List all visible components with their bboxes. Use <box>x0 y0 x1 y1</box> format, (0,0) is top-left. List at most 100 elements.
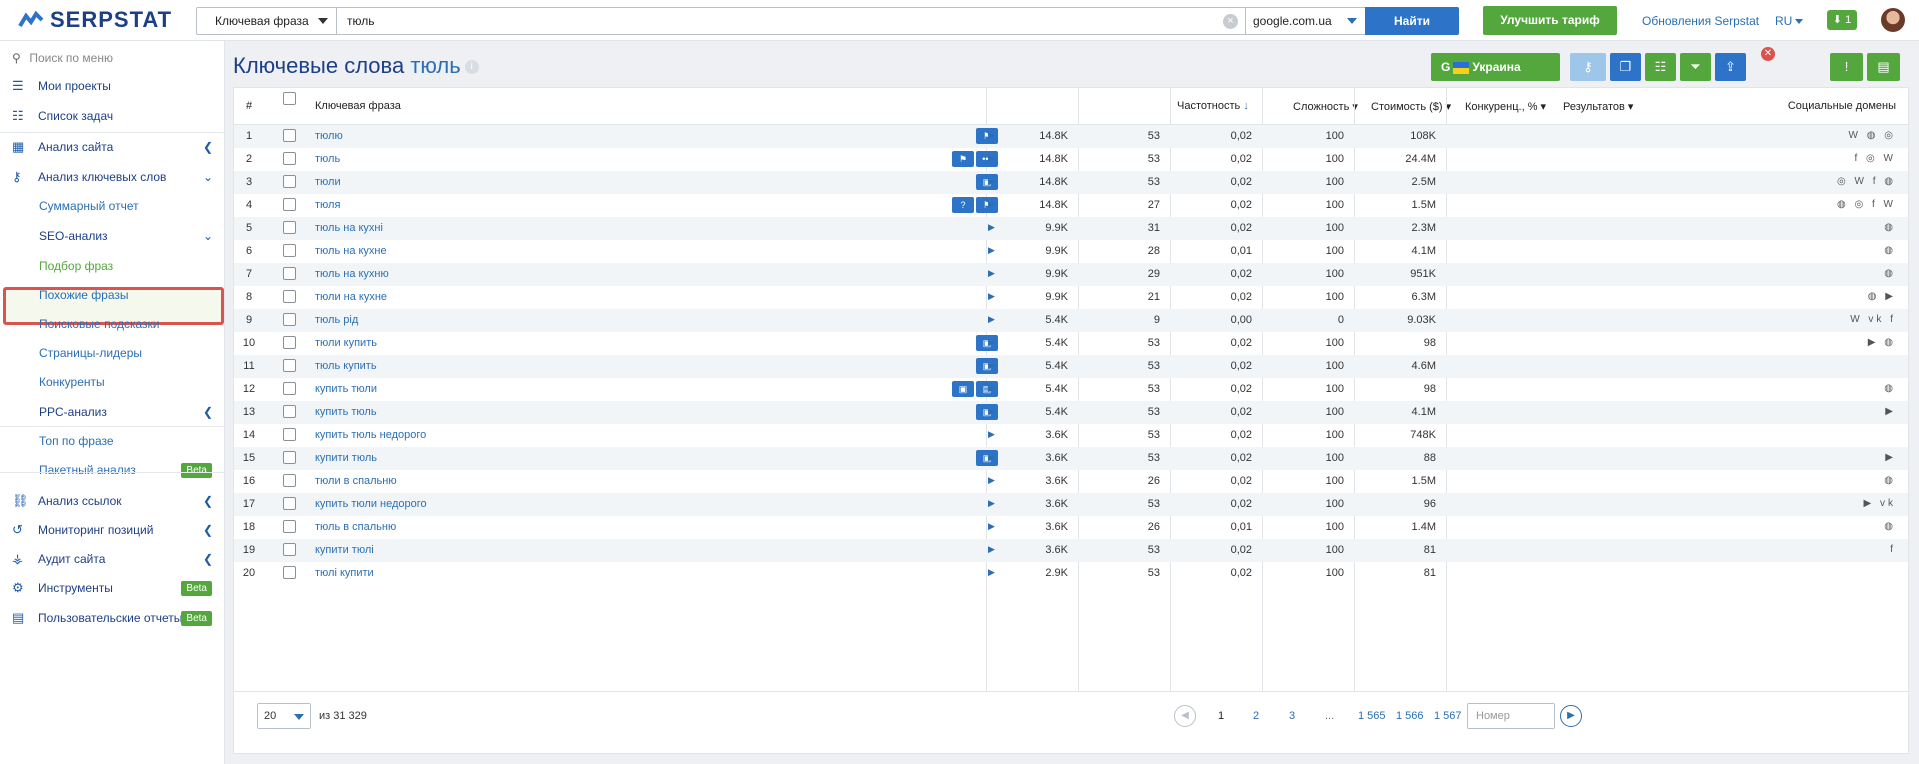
sidebar-item-custom-reports[interactable]: ▤ Пользовательские отчеты Beta <box>0 603 225 633</box>
row-checkbox[interactable] <box>283 290 296 303</box>
downloads-button[interactable]: ⬇ 1 <box>1827 10 1857 30</box>
copy-button[interactable]: ❐ <box>1610 53 1641 81</box>
info-icon[interactable]: i <box>464 60 479 75</box>
columns-button[interactable]: ☷ <box>1645 53 1676 81</box>
sidebar-item-similar-phrases[interactable]: Похожие фразы <box>0 280 225 310</box>
sidebar-item-site-analysis[interactable]: ▦ Анализ сайта ❮ <box>0 132 225 162</box>
search-engine-select[interactable]: google.com.ua <box>1245 8 1365 34</box>
report-button[interactable]: ▤ <box>1867 53 1900 81</box>
row-checkbox[interactable] <box>283 198 296 211</box>
row-checkbox[interactable] <box>283 566 296 579</box>
keyword-link[interactable]: купити тюлі <box>315 544 374 556</box>
expand-arrow-icon[interactable]: ▶ <box>988 176 995 187</box>
sidebar-item-summary[interactable]: Суммарный отчет <box>0 191 225 221</box>
expand-arrow-icon[interactable]: ▶ <box>988 268 995 279</box>
sidebar-item-ppc-analysis[interactable]: PPC-анализ ❮ <box>0 397 225 427</box>
page-number-input[interactable]: Номер <box>1467 703 1555 729</box>
sidebar-item-tasks[interactable]: ☷ Список задач <box>0 101 225 131</box>
upgrade-button[interactable]: Улучшить тариф <box>1483 6 1617 35</box>
col-cost[interactable]: Стоимость ($) ▾ <box>1371 100 1451 113</box>
col-keyword[interactable]: Ключевая фраза <box>315 100 401 112</box>
sidebar-item-projects[interactable]: ☰ Мои проекты <box>0 71 225 101</box>
row-checkbox[interactable] <box>283 152 296 165</box>
sidebar-item-site-audit[interactable]: ⚶ Аудит сайта ❮ <box>0 544 225 574</box>
expand-arrow-icon[interactable]: ▶ <box>988 199 995 210</box>
keyword-link[interactable]: тюли на кухне <box>315 291 387 303</box>
expand-arrow-icon[interactable]: ▶ <box>988 360 995 371</box>
key-button[interactable]: ⚷ <box>1570 53 1606 81</box>
row-checkbox[interactable] <box>283 221 296 234</box>
keyword-link[interactable]: купить тюли недорого <box>315 498 427 510</box>
sidebar-item-batch-analysis[interactable]: Пакетный анализ Beta <box>0 455 225 485</box>
expand-arrow-icon[interactable]: ▶ <box>988 429 995 440</box>
expand-arrow-icon[interactable]: ▶ <box>988 337 995 348</box>
export-button[interactable]: ⇪ <box>1715 53 1746 81</box>
expand-arrow-icon[interactable]: ▶ <box>988 245 995 256</box>
row-checkbox[interactable] <box>283 405 296 418</box>
clear-icon[interactable]: × <box>1223 14 1238 29</box>
keyword-link[interactable]: тюль рід <box>315 314 358 326</box>
row-checkbox[interactable] <box>283 451 296 464</box>
expand-arrow-icon[interactable]: ▶ <box>988 567 995 578</box>
page-1[interactable]: 1 <box>1218 710 1224 722</box>
updates-link[interactable]: Обновления Serpstat <box>1642 14 1759 28</box>
page-1566[interactable]: 1 566 <box>1396 710 1424 722</box>
sidebar-item-keyword-analysis[interactable]: ⚷ Анализ ключевых слов ⌄ <box>0 162 225 192</box>
keyword-link[interactable]: тюль в спальню <box>315 521 396 533</box>
expand-arrow-icon[interactable]: ▶ <box>988 498 995 509</box>
language-select[interactable]: RU <box>1775 14 1804 28</box>
sidebar-item-competitors[interactable]: Конкуренты <box>0 367 225 397</box>
keyword-link[interactable]: тюля <box>315 199 340 211</box>
sidebar-item-top-pages[interactable]: Страницы-лидеры <box>0 338 225 368</box>
col-difficulty[interactable]: Сложность ▾ <box>1293 100 1358 113</box>
keyword-link[interactable]: купити тюль <box>315 452 377 464</box>
keyword-link[interactable]: тюли купить <box>315 337 377 349</box>
menu-search[interactable]: ⚲ Поиск по меню <box>12 51 113 65</box>
keyword-link[interactable]: тюль на кухню <box>315 268 389 280</box>
keyword-link[interactable]: купить тюль недорого <box>315 429 426 441</box>
page-3[interactable]: 3 <box>1289 710 1295 722</box>
row-checkbox[interactable] <box>283 313 296 326</box>
sidebar-item-tools[interactable]: ⚙ Инструменты Beta <box>0 573 225 603</box>
keyword-link[interactable]: тюль на кухне <box>315 245 387 257</box>
region-select-button[interactable]: GУкраина 31.33K ▾ <box>1431 53 1560 102</box>
prev-page-button[interactable]: ◀ <box>1174 705 1196 727</box>
keyword-link[interactable]: тюль купить <box>315 360 377 372</box>
filter-button[interactable]: ⏷ <box>1680 53 1711 81</box>
expand-arrow-icon[interactable]: ▶ <box>988 222 995 233</box>
page-1565[interactable]: 1 565 <box>1358 710 1386 722</box>
sidebar-item-rank-tracking[interactable]: ↺ Мониторинг позиций ❮ <box>0 515 225 545</box>
row-checkbox[interactable] <box>283 267 296 280</box>
row-checkbox[interactable] <box>283 543 296 556</box>
search-type-select[interactable]: Ключевая фраза <box>197 8 337 34</box>
page-1567[interactable]: 1 567 <box>1434 710 1462 722</box>
serp-feature-icon[interactable]: ▣ <box>952 381 974 397</box>
col-frequency[interactable]: Частотность ↓ <box>1177 100 1249 112</box>
keyword-link[interactable]: тюли <box>315 176 341 188</box>
expand-arrow-icon[interactable]: ▶ <box>988 130 995 141</box>
row-checkbox[interactable] <box>283 497 296 510</box>
next-page-button[interactable]: ▶ <box>1560 705 1582 727</box>
expand-arrow-icon[interactable]: ▶ <box>988 291 995 302</box>
serpstat-logo[interactable]: SERPSTAT <box>18 7 172 32</box>
page-2[interactable]: 2 <box>1253 710 1259 722</box>
col-results[interactable]: Результатов ▾ <box>1563 100 1633 113</box>
avatar[interactable] <box>1881 8 1905 32</box>
keyword-link[interactable]: тюлі купити <box>315 567 374 579</box>
expand-arrow-icon[interactable]: ▶ <box>988 544 995 555</box>
find-button[interactable]: Найти <box>1365 7 1459 35</box>
row-checkbox[interactable] <box>283 428 296 441</box>
row-checkbox[interactable] <box>283 336 296 349</box>
sidebar-item-link-analysis[interactable]: ⛓ Анализ ссылок ❮ <box>0 486 225 516</box>
expand-arrow-icon[interactable]: ▶ <box>988 475 995 486</box>
sidebar-item-seo-analysis[interactable]: SEO-анализ ⌄ <box>0 221 225 251</box>
row-checkbox[interactable] <box>283 244 296 257</box>
row-checkbox[interactable] <box>283 520 296 533</box>
keyword-link[interactable]: купить тюль <box>315 406 377 418</box>
col-competition[interactable]: Конкуренц., % ▾ <box>1465 100 1546 113</box>
select-all-checkbox[interactable] <box>283 92 296 105</box>
expand-arrow-icon[interactable]: ▶ <box>988 383 995 394</box>
sidebar-item-search-suggestions[interactable]: Поисковые подсказки <box>0 309 225 339</box>
expand-arrow-icon[interactable]: ▶ <box>988 406 995 417</box>
row-checkbox[interactable] <box>283 359 296 372</box>
